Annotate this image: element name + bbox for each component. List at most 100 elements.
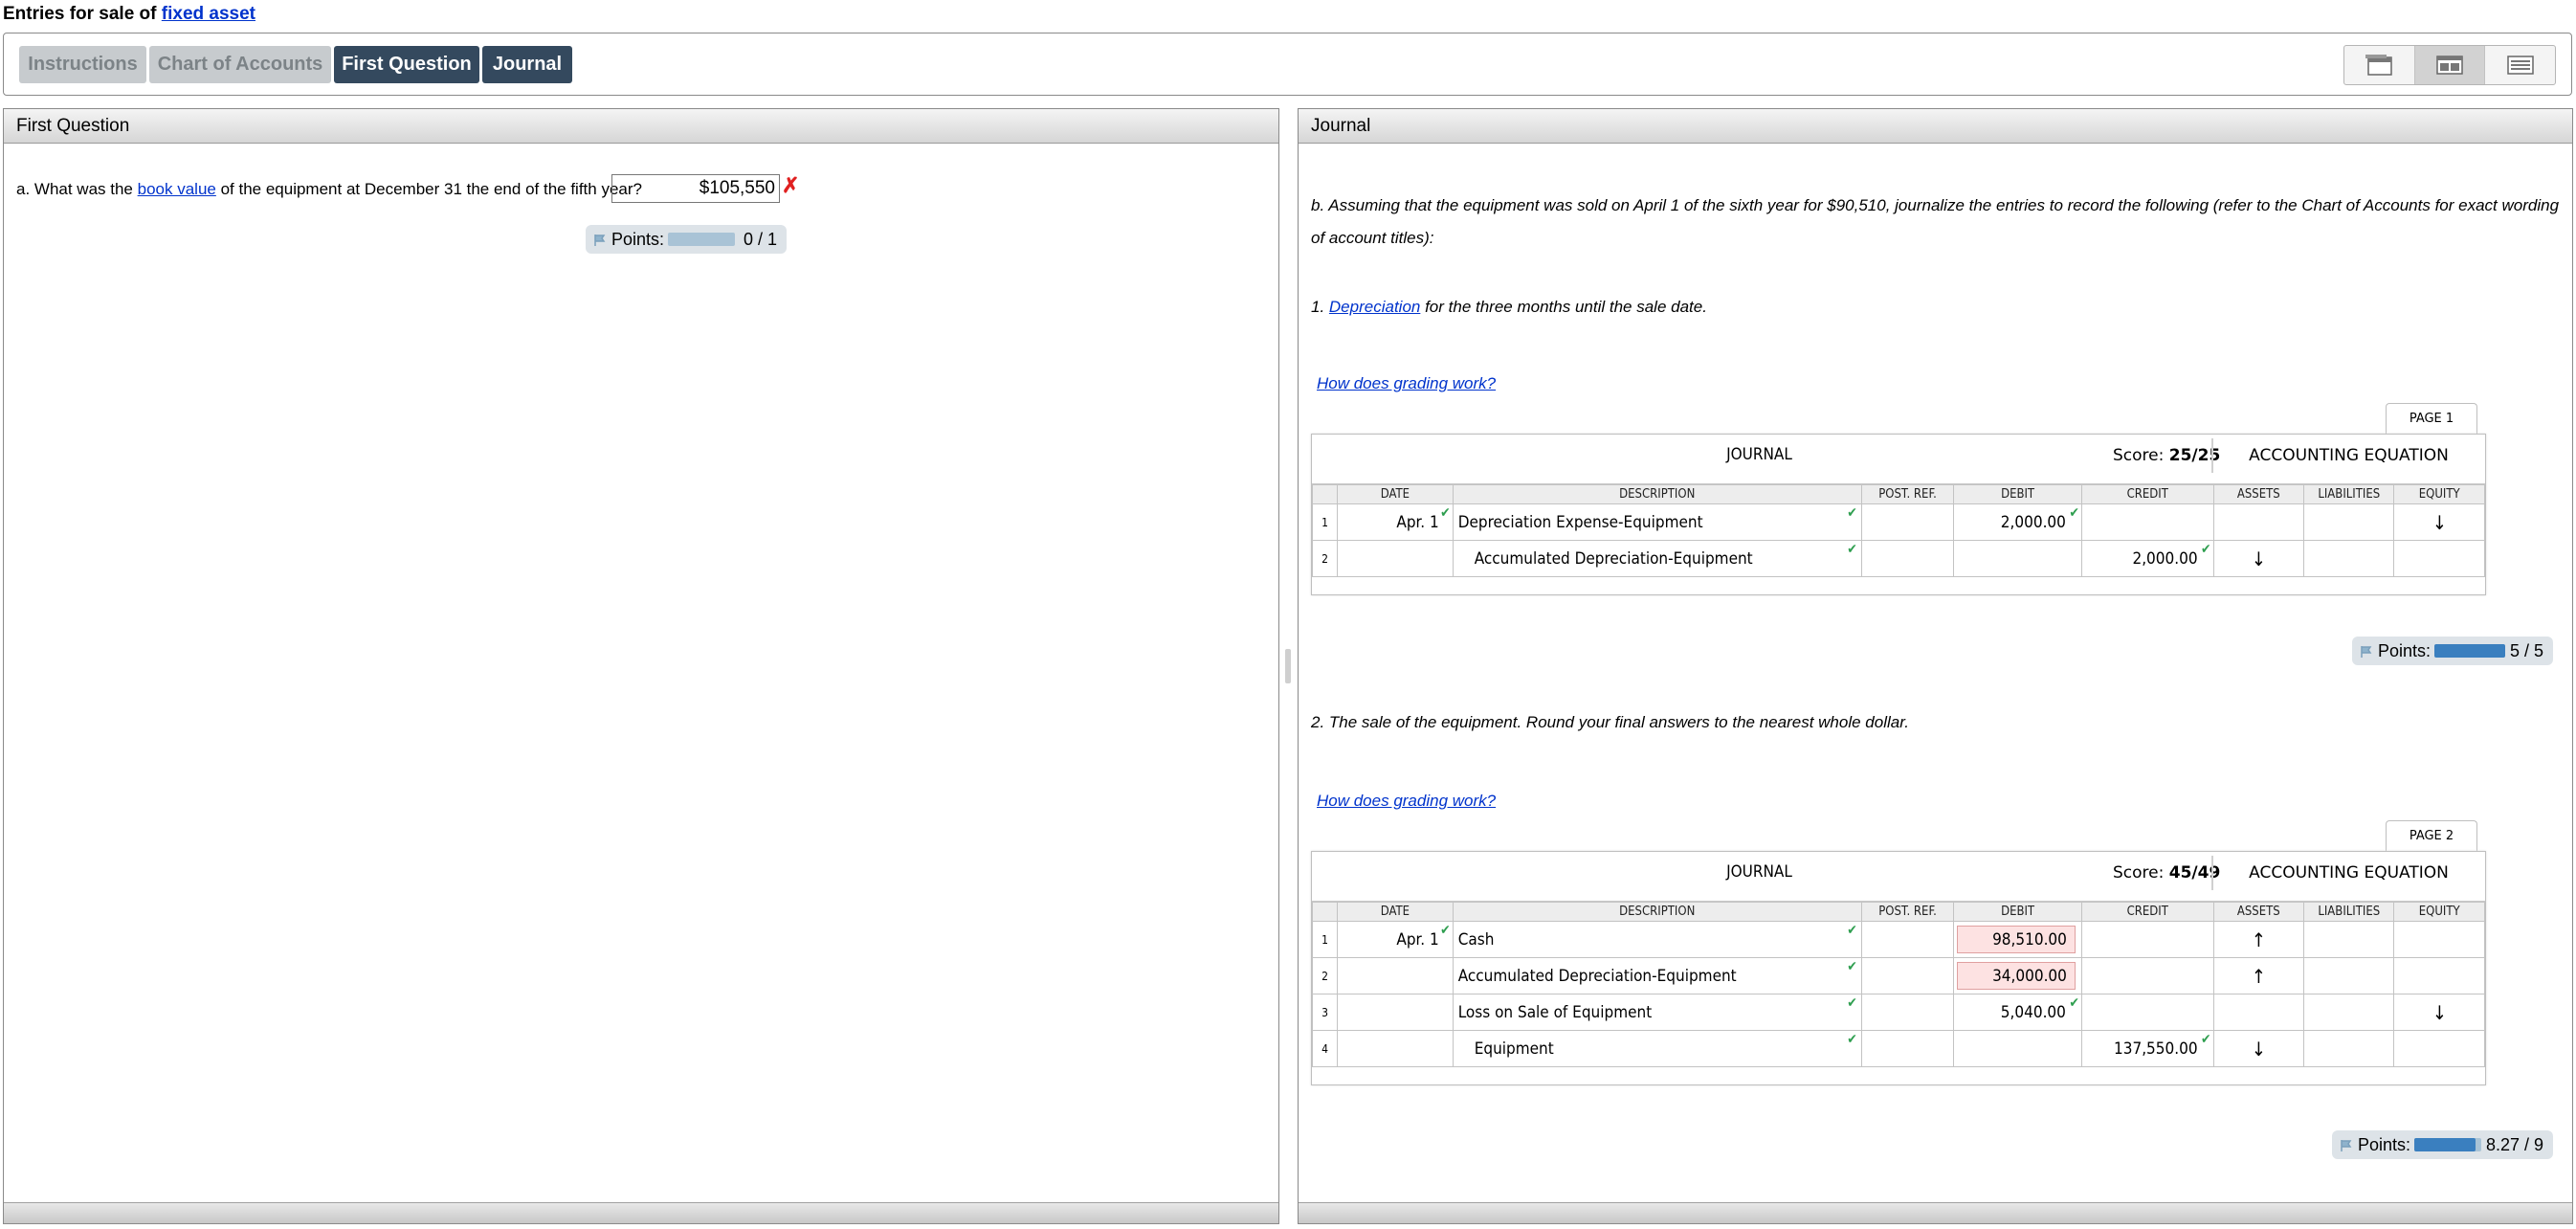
row-number: 2 xyxy=(1311,540,1339,577)
debit-cell[interactable] xyxy=(1953,540,2082,577)
correct-check-icon: ✔ xyxy=(1847,995,1857,1011)
page-title: Entries for sale of fixed asset xyxy=(3,4,256,24)
debit-cell[interactable]: 5,040.00 ✔ xyxy=(1953,994,2082,1031)
tab-chart-of-accounts[interactable]: Chart of Accounts xyxy=(149,46,331,83)
tab-journal[interactable]: Journal xyxy=(482,46,572,83)
book-value-link[interactable]: book value xyxy=(138,180,216,198)
col-liabilities: LIABILITIES xyxy=(2303,902,2395,922)
equity-effect-cell[interactable] xyxy=(2393,921,2485,958)
split-view-button[interactable] xyxy=(2414,46,2486,84)
journal-title: JOURNAL xyxy=(1726,445,1792,464)
depreciation-link[interactable]: Depreciation xyxy=(1329,298,1420,316)
tab-first-question[interactable]: First Question xyxy=(334,46,479,83)
panel-footer xyxy=(4,1202,1278,1223)
col-equity: EQUITY xyxy=(2393,902,2485,922)
debit-cell[interactable]: 2,000.00 ✔ xyxy=(1953,503,2082,541)
date-cell[interactable]: Apr. 1 ✔ xyxy=(1337,921,1454,958)
post-ref-cell[interactable] xyxy=(1860,503,1955,541)
panel-header: First Question xyxy=(4,109,1278,144)
equity-effect-cell[interactable]: ↓ xyxy=(2393,503,2485,541)
date-cell[interactable] xyxy=(1337,994,1454,1031)
post-ref-cell[interactable] xyxy=(1860,994,1955,1031)
liabilities-effect-cell[interactable] xyxy=(2303,503,2395,541)
date-cell[interactable] xyxy=(1337,957,1454,994)
journal-instructions: b. Assuming that the equipment was sold … xyxy=(1311,196,2560,247)
correct-check-icon: ✔ xyxy=(1847,923,1857,938)
debit-cell[interactable]: 34,000.00 xyxy=(1953,957,2082,994)
points-indicator-part1: Points: 5 / 5 xyxy=(2352,637,2553,665)
correct-check-icon: ✔ xyxy=(1440,923,1451,938)
first-question-panel: First Question a. What was the book valu… xyxy=(3,108,1279,1224)
assets-effect-cell[interactable] xyxy=(2212,503,2305,541)
date-cell[interactable]: Apr. 1 ✔ xyxy=(1337,503,1454,541)
correct-check-icon: ✔ xyxy=(1847,542,1857,557)
split-view-icon xyxy=(2436,56,2463,75)
page-1-tab[interactable]: PAGE 1 xyxy=(2386,403,2477,434)
liabilities-effect-cell[interactable] xyxy=(2303,921,2395,958)
journal-row: 4 Equipment ✔ 137,550.00 ✔ ↓ xyxy=(1311,1030,2485,1067)
grading-help-link[interactable]: How does grading work? xyxy=(1317,792,1496,811)
list-view-button[interactable] xyxy=(2485,46,2555,84)
assets-effect-cell[interactable]: ↓ xyxy=(2212,540,2305,577)
date-cell[interactable] xyxy=(1337,1030,1454,1067)
equity-effect-cell[interactable] xyxy=(2393,540,2485,577)
journal-row: 1 Apr. 1 ✔ Depreciation Expense-Equipment ✔ 2… xyxy=(1311,503,2485,541)
assets-effect-cell[interactable]: ↓ xyxy=(2212,1030,2305,1067)
assets-effect-cell[interactable]: ↑ xyxy=(2212,957,2305,994)
description-cell[interactable]: Accumulated Depreciation-Equipment ✔ xyxy=(1452,957,1862,994)
debit-cell[interactable]: 98,510.00 xyxy=(1953,921,2082,958)
journal-score: Score: 25/25 xyxy=(2113,446,2221,465)
col-liabilities: LIABILITIES xyxy=(2303,484,2395,504)
fixed-asset-link[interactable]: fixed asset xyxy=(162,4,255,24)
equity-effect-cell[interactable] xyxy=(2393,1030,2485,1067)
credit-cell[interactable]: 2,000.00 ✔ xyxy=(2080,540,2214,577)
description-cell[interactable]: Depreciation Expense-Equipment ✔ xyxy=(1452,503,1862,541)
tab-instructions[interactable]: Instructions xyxy=(19,46,146,83)
liabilities-effect-cell[interactable] xyxy=(2303,1030,2395,1067)
journal-row: 2 Accumulated Depreciation-Equipment ✔ 2,00… xyxy=(1311,540,2485,577)
description-cell[interactable]: Accumulated Depreciation-Equipment ✔ xyxy=(1452,540,1862,577)
correct-check-icon: ✔ xyxy=(1440,505,1451,521)
points-progress-bar xyxy=(668,233,735,246)
equity-effect-cell[interactable]: ↓ xyxy=(2393,994,2485,1031)
credit-cell[interactable] xyxy=(2080,957,2214,994)
col-credit: CREDIT xyxy=(2080,484,2214,504)
liabilities-effect-cell[interactable] xyxy=(2303,540,2395,577)
col-date: DATE xyxy=(1337,902,1454,922)
post-ref-cell[interactable] xyxy=(1860,1030,1955,1067)
row-number: 1 xyxy=(1311,921,1339,958)
liabilities-effect-cell[interactable] xyxy=(2303,957,2395,994)
credit-cell[interactable] xyxy=(2080,994,2214,1031)
assets-effect-cell[interactable] xyxy=(2212,994,2305,1031)
journal-row: 2 Accumulated Depreciation-Equipment ✔ 34,0… xyxy=(1311,957,2485,994)
row-number: 1 xyxy=(1311,503,1339,541)
equity-effect-cell[interactable] xyxy=(2393,957,2485,994)
post-ref-cell[interactable] xyxy=(1860,540,1955,577)
panel-splitter-handle[interactable] xyxy=(1285,649,1291,683)
col-post-ref: POST. REF. xyxy=(1860,902,1955,922)
description-cell[interactable]: Cash ✔ xyxy=(1452,921,1862,958)
tab-bar: Instructions Chart of Accounts First Que… xyxy=(3,33,2572,96)
assets-effect-cell[interactable]: ↑ xyxy=(2212,921,2305,958)
liabilities-effect-cell[interactable] xyxy=(2303,994,2395,1031)
points-progress-bar xyxy=(2414,1138,2476,1151)
incorrect-debit-value: 98,510.00 xyxy=(1957,926,2076,953)
window-icon xyxy=(2365,55,2393,76)
debit-cell[interactable] xyxy=(1953,1030,2082,1067)
window-view-button[interactable] xyxy=(2344,46,2415,84)
credit-cell[interactable] xyxy=(2080,503,2214,541)
journal-table-page-2: JOURNAL Score: 45/49 ACCOUNTING EQUATION… xyxy=(1311,851,2486,1085)
grading-help-link[interactable]: How does grading work? xyxy=(1317,374,1496,393)
credit-cell[interactable] xyxy=(2080,921,2214,958)
credit-cell[interactable]: 137,550.00 ✔ xyxy=(2080,1030,2214,1067)
post-ref-cell[interactable] xyxy=(1860,957,1955,994)
post-ref-cell[interactable] xyxy=(1860,921,1955,958)
journal-panel: Journal b. Assuming that the equipment w… xyxy=(1298,108,2573,1224)
description-cell[interactable]: Equipment ✔ xyxy=(1452,1030,1862,1067)
flag-icon xyxy=(2341,1140,2352,1151)
date-cell[interactable] xyxy=(1337,540,1454,577)
page-2-tab[interactable]: PAGE 2 xyxy=(2386,820,2477,851)
description-cell[interactable]: Loss on Sale of Equipment ✔ xyxy=(1452,994,1862,1031)
book-value-answer-input[interactable]: $105,550 xyxy=(611,174,780,203)
journal-table-page-1: JOURNAL Score: 25/25 ACCOUNTING EQUATION… xyxy=(1311,434,2486,595)
